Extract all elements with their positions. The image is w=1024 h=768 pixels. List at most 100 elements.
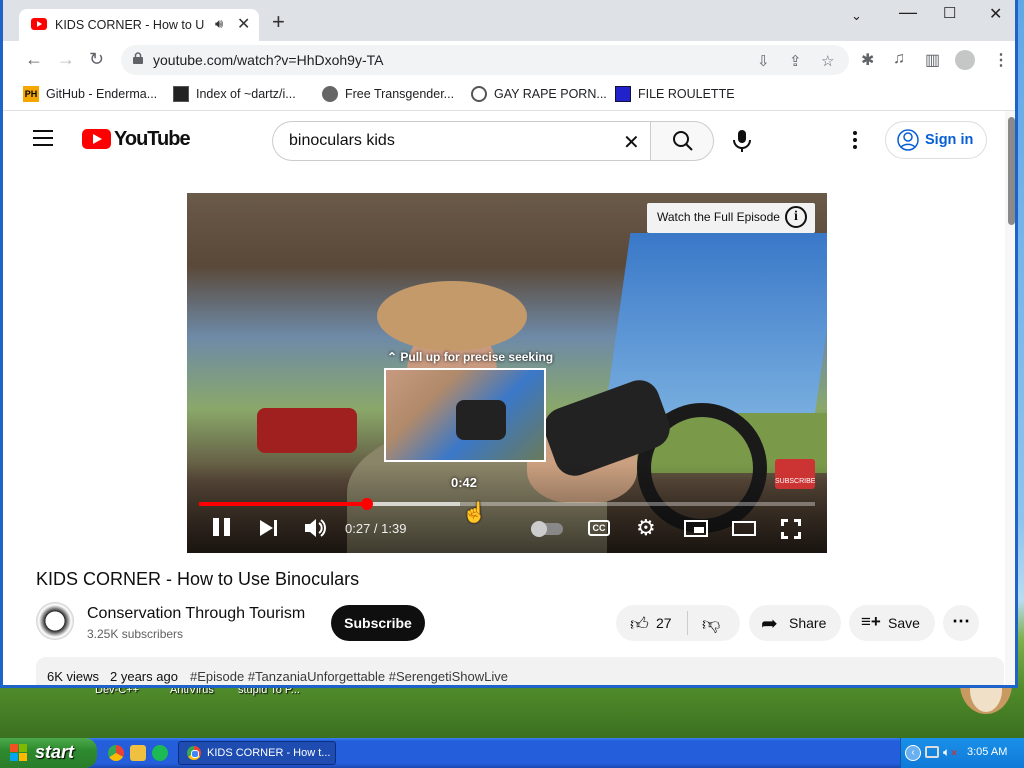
subscribe-watermark[interactable]: SUBSCRIBE bbox=[775, 459, 815, 489]
folder-index-icon bbox=[173, 86, 189, 102]
save-label: Save bbox=[888, 615, 920, 631]
close-window-icon[interactable]: ✕ bbox=[989, 4, 1002, 24]
channel-avatar[interactable] bbox=[36, 602, 74, 640]
maximize-icon[interactable]: ☐ bbox=[943, 4, 956, 22]
bookmark-item[interactable]: GAY RAPE PORN... bbox=[471, 86, 607, 104]
browser-menu-icon[interactable]: ⋮ bbox=[993, 50, 1009, 70]
thumbs-up-icon[interactable]: 👍︎ bbox=[630, 613, 649, 635]
side-panel-icon[interactable]: ▥ bbox=[925, 50, 940, 70]
scrollbar-thumb[interactable] bbox=[1008, 117, 1015, 225]
subscribe-button[interactable]: Subscribe bbox=[331, 605, 425, 641]
show-hidden-icons-icon[interactable]: ‹ bbox=[905, 745, 921, 761]
hashtags[interactable]: #Episode #TanzaniaUnforgettable #Serenge… bbox=[190, 669, 508, 684]
browser-tab[interactable]: KIDS CORNER - How to Use Binoculars 🔊︎ ✕ bbox=[19, 9, 259, 41]
subscriber-count: 3.25K subscribers bbox=[87, 627, 184, 641]
hamburger-menu-icon[interactable] bbox=[33, 130, 53, 146]
browser-toolbar: ← → ↻ youtube.com/watch?v=HhDxoh9y-TA ⇩ … bbox=[3, 41, 1015, 79]
bookmark-item[interactable]: PH GitHub - Enderma... bbox=[23, 86, 157, 104]
youtube-logo-text: YouTube bbox=[114, 128, 191, 150]
taskbar-window-label: KIDS CORNER - How t... bbox=[207, 747, 331, 759]
view-count: 6K views bbox=[47, 669, 100, 684]
extensions-puzzle-icon[interactable]: ✱ bbox=[861, 50, 874, 70]
info-icon[interactable]: i bbox=[785, 206, 807, 228]
fullscreen-icon[interactable] bbox=[781, 519, 801, 539]
more-horizontal-icon: ⋯ bbox=[952, 611, 970, 631]
url-text[interactable]: youtube.com/watch?v=HhDxoh9y-TA bbox=[153, 52, 383, 68]
settings-gear-icon[interactable]: ⚙ bbox=[636, 517, 658, 539]
youtube-page: YouTube binoculars kids ✕ Sign in Watch … bbox=[7, 111, 1015, 685]
taskbar: start KIDS CORNER - How t... ‹ 🔈︎✕ 3:05 … bbox=[0, 738, 1024, 768]
progress-scrubber-handle[interactable] bbox=[361, 498, 373, 510]
media-control-icon[interactable]: ♫ bbox=[893, 50, 905, 68]
autoplay-toggle[interactable] bbox=[531, 521, 563, 537]
install-app-icon[interactable]: ⇩ bbox=[757, 52, 770, 70]
upload-date: 2 years ago bbox=[110, 669, 178, 684]
tab-strip: KIDS CORNER - How to Use Binoculars 🔊︎ ✕… bbox=[3, 0, 1015, 41]
bookmark-item[interactable]: Index of ~dartz/i... bbox=[173, 86, 296, 104]
channel-name[interactable]: Conservation Through Tourism bbox=[87, 605, 305, 623]
tab-search-icon[interactable]: ⌄ bbox=[851, 8, 862, 24]
share-label: Share bbox=[789, 615, 827, 631]
clock[interactable]: 3:05 AM bbox=[967, 746, 1007, 758]
next-video-icon[interactable] bbox=[260, 520, 278, 536]
windows-flag-icon bbox=[10, 744, 28, 762]
tab-title: KIDS CORNER - How to Use Binoculars bbox=[55, 18, 205, 32]
description-box[interactable]: 6K views 2 years ago #Episode #TanzaniaU… bbox=[36, 657, 1004, 685]
taskbar-window-button[interactable]: KIDS CORNER - How t... bbox=[178, 741, 336, 765]
network-icon[interactable] bbox=[925, 746, 939, 758]
share-page-icon[interactable]: ⇪ bbox=[789, 52, 802, 70]
search-icon bbox=[673, 131, 693, 151]
full-episode-label: Watch the Full Episode bbox=[657, 210, 780, 224]
new-tab-icon[interactable]: + bbox=[272, 11, 285, 33]
chrome-quicklaunch-icon[interactable] bbox=[108, 745, 124, 761]
like-count[interactable]: 27 bbox=[656, 615, 672, 631]
captions-button[interactable]: CC bbox=[588, 520, 610, 536]
watch-full-episode-card[interactable]: Watch the Full Episode i bbox=[647, 203, 815, 233]
audio-playing-icon[interactable]: 🔊︎ bbox=[215, 16, 223, 32]
forward-arrow-icon[interactable]: → bbox=[57, 50, 75, 68]
sign-in-button[interactable]: Sign in bbox=[885, 121, 987, 159]
seek-thumbnail-preview bbox=[384, 368, 546, 462]
volume-muted-icon[interactable]: 🔈︎✕ bbox=[943, 745, 958, 760]
microphone-icon[interactable] bbox=[732, 130, 752, 152]
ph-favicon-icon: PH bbox=[23, 86, 39, 102]
share-button[interactable]: ➦ Share bbox=[749, 605, 841, 641]
reload-icon[interactable]: ↻ bbox=[89, 50, 104, 68]
minimize-icon[interactable]: — bbox=[899, 2, 917, 23]
theater-mode-icon[interactable] bbox=[732, 521, 756, 536]
controls-gradient bbox=[187, 463, 827, 553]
start-button[interactable]: start bbox=[0, 738, 97, 768]
save-button[interactable]: ≡+ Save bbox=[849, 605, 935, 641]
precise-seeking-hint: ⌃ Pull up for precise seeking bbox=[387, 350, 554, 364]
bookmark-item[interactable]: FILE ROULETTE bbox=[615, 86, 735, 104]
pause-small-icon bbox=[531, 521, 547, 537]
address-bar[interactable]: youtube.com/watch?v=HhDxoh9y-TA ⇩ ⇪ ☆ bbox=[121, 45, 849, 75]
tab-close-icon[interactable]: ✕ bbox=[237, 14, 250, 34]
settings-more-icon[interactable] bbox=[853, 131, 857, 152]
bookmark-item[interactable]: Free Transgender... bbox=[322, 86, 454, 104]
video-player[interactable]: Watch the Full Episode i ⌃ Pull up for p… bbox=[187, 193, 827, 553]
more-actions-button[interactable]: ⋯ bbox=[943, 605, 979, 641]
pause-icon[interactable] bbox=[213, 518, 231, 536]
chrome-icon bbox=[187, 746, 201, 760]
explorer-quicklaunch-icon[interactable] bbox=[130, 745, 146, 761]
profile-avatar-icon[interactable] bbox=[955, 50, 975, 70]
file-roulette-icon bbox=[615, 86, 631, 102]
video-frame-seat bbox=[257, 408, 357, 453]
youtube-play-icon bbox=[82, 129, 111, 149]
mouse-cursor-icon: ☝ bbox=[462, 502, 487, 524]
search-input[interactable]: binoculars kids ✕ bbox=[272, 121, 650, 161]
system-tray: ‹ 🔈︎✕ 3:05 AM bbox=[900, 738, 1024, 768]
search-value[interactable]: binoculars kids bbox=[289, 132, 395, 150]
back-arrow-icon[interactable]: ← bbox=[25, 50, 43, 68]
miniplayer-icon[interactable] bbox=[684, 520, 708, 537]
clear-search-icon[interactable]: ✕ bbox=[623, 130, 640, 155]
search-button[interactable] bbox=[650, 121, 714, 161]
browser-window: KIDS CORNER - How to Use Binoculars 🔊︎ ✕… bbox=[0, 0, 1018, 688]
seek-preview-time: 0:42 bbox=[451, 475, 478, 490]
bookmark-star-icon[interactable]: ☆ bbox=[821, 52, 834, 70]
volume-icon[interactable] bbox=[305, 518, 327, 538]
spotify-quicklaunch-icon[interactable] bbox=[152, 745, 168, 761]
thumbs-down-icon[interactable]: 👎︎ bbox=[702, 613, 720, 635]
playlist-add-icon: ≡+ bbox=[861, 612, 881, 631]
